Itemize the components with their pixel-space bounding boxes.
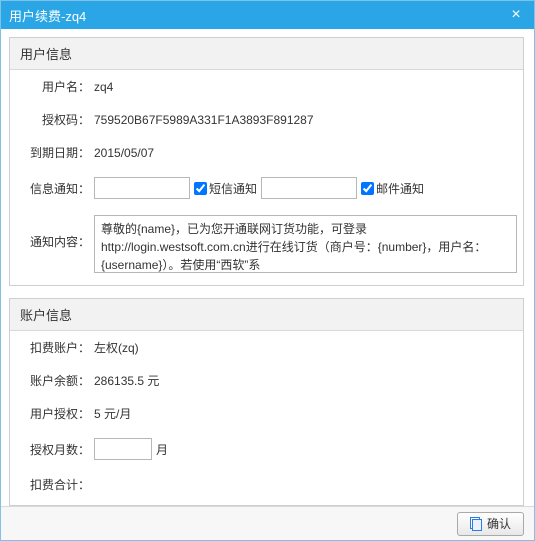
row-auth-price: 用户授权： 5 元/月	[10, 397, 523, 430]
notify-content-textarea[interactable]	[94, 215, 517, 273]
email-checkbox[interactable]	[361, 182, 374, 195]
row-balance: 账户余额： 286135.5 元	[10, 364, 523, 397]
months-input[interactable]	[94, 438, 152, 460]
sms-checkbox[interactable]	[194, 182, 207, 195]
account-info-panel: 账户信息 扣费账户： 左权(zq) 账户余额： 286135.5 元 用户授权：…	[9, 298, 524, 506]
renew-dialog: 用户续费-zq4 × 用户信息 用户名： zq4 授权码： 759520B67F…	[0, 0, 535, 541]
authcode-value: 759520B67F5989A331F1A3893F891287	[94, 113, 314, 127]
confirm-button[interactable]: 确认	[457, 512, 524, 536]
username-value: zq4	[94, 80, 113, 94]
balance-label: 账户余额：	[16, 372, 94, 389]
email-input[interactable]	[261, 177, 357, 199]
dialog-body: 用户信息 用户名： zq4 授权码： 759520B67F5989A331F1A…	[1, 29, 534, 506]
user-info-title: 用户信息	[10, 38, 523, 70]
months-unit: 月	[156, 441, 168, 458]
auth-price-label: 用户授权：	[16, 405, 94, 422]
titlebar: 用户续费-zq4 ×	[1, 1, 534, 29]
user-info-panel: 用户信息 用户名： zq4 授权码： 759520B67F5989A331F1A…	[9, 37, 524, 286]
sms-checkbox-label: 短信通知	[209, 180, 257, 197]
authcode-label: 授权码：	[16, 111, 94, 128]
row-total: 扣费合计：	[10, 468, 523, 501]
deduct-account-value: 左权(zq)	[94, 339, 139, 356]
sms-input[interactable]	[94, 177, 190, 199]
confirm-button-label: 确认	[487, 515, 511, 532]
row-months: 授权月数： 月	[10, 430, 523, 468]
months-label: 授权月数：	[16, 441, 94, 458]
row-authcode: 授权码： 759520B67F5989A331F1A3893F891287	[10, 103, 523, 136]
row-notify: 信息通知： 短信通知 邮件通知	[10, 169, 523, 207]
expiry-value: 2015/05/07	[94, 146, 154, 160]
row-content: 通知内容：	[10, 207, 523, 281]
sms-checkbox-wrap[interactable]: 短信通知	[194, 180, 257, 197]
account-info-title: 账户信息	[10, 299, 523, 331]
email-checkbox-label: 邮件通知	[376, 180, 424, 197]
dialog-footer: 确认	[1, 506, 534, 540]
row-username: 用户名： zq4	[10, 70, 523, 103]
row-deduct-account: 扣费账户： 左权(zq)	[10, 331, 523, 364]
dialog-title: 用户续费-zq4	[9, 6, 86, 25]
username-label: 用户名：	[16, 78, 94, 95]
content-label: 通知内容：	[16, 215, 94, 250]
auth-price-value: 5 元/月	[94, 405, 131, 422]
row-expiry: 到期日期： 2015/05/07	[10, 136, 523, 169]
notify-label: 信息通知：	[16, 180, 94, 197]
total-label: 扣费合计：	[16, 476, 94, 493]
expiry-label: 到期日期：	[16, 144, 94, 161]
deduct-account-label: 扣费账户：	[16, 339, 94, 356]
email-checkbox-wrap[interactable]: 邮件通知	[361, 180, 424, 197]
close-icon[interactable]: ×	[506, 5, 526, 25]
confirm-icon	[470, 517, 482, 531]
balance-value: 286135.5 元	[94, 372, 159, 389]
